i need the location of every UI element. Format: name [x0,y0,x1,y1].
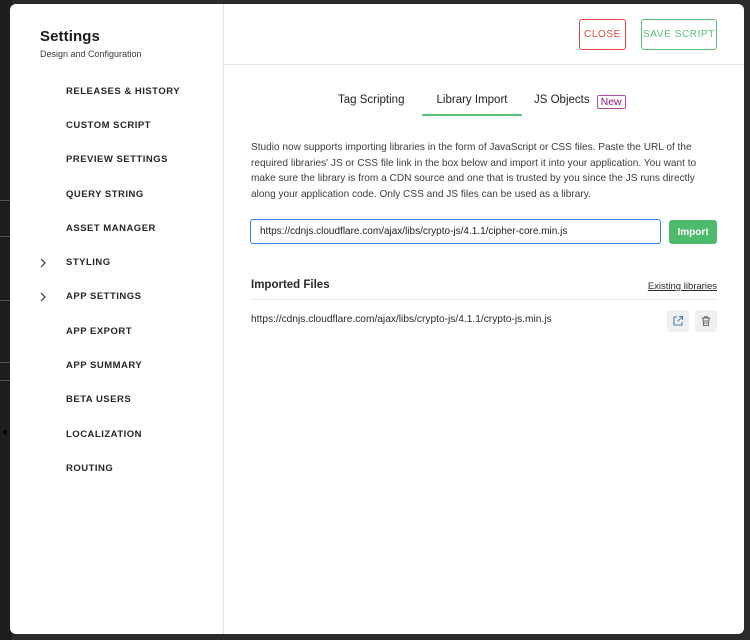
sidebar-item-label: QUERY STRING [66,188,144,200]
background-divider [0,236,10,237]
settings-modal: Settings Design and Configuration RELEAS… [10,4,744,634]
external-link-icon[interactable] [667,310,689,332]
tab-js-objects[interactable]: JS Objects New [534,94,626,116]
imported-file-row: https://cdnjs.cloudflare.com/ajax/libs/c… [251,307,717,333]
settings-toolbar: CLOSE SAVE SCRIPT [224,4,744,65]
sidebar-item-label: ASSET MANAGER [66,222,156,234]
close-button[interactable]: CLOSE [579,19,626,50]
settings-sidebar: Settings Design and Configuration RELEAS… [10,4,224,634]
sidebar-item-label: APP EXPORT [66,325,133,337]
sidebar-item-localization[interactable]: LOCALIZATION [10,417,223,451]
sidebar-item-custom-script[interactable]: CUSTOM SCRIPT [10,108,223,142]
sidebar-item-label: APP SETTINGS [66,291,142,303]
settings-subtitle: Design and Configuration [40,49,142,59]
trash-icon[interactable] [695,310,717,332]
background-divider [0,300,10,301]
sidebar-item-label: ROUTING [66,462,114,474]
sidebar-header: Settings Design and Configuration [10,4,223,72]
background-divider [0,380,10,381]
script-tabs: Tag Scripting Library Import JS Objects … [224,94,744,116]
sidebar-item-asset-manager[interactable]: ASSET MANAGER [10,211,223,245]
sidebar-item-label: RELEASES & HISTORY [66,85,181,97]
settings-title: Settings [40,28,100,45]
import-button[interactable]: Import [669,220,717,244]
sidebar-item-app-summary[interactable]: APP SUMMARY [10,348,223,382]
sidebar-item-beta-users[interactable]: BETA USERS [10,383,223,417]
sidebar-item-releases-history[interactable]: RELEASES & HISTORY [10,74,223,108]
tab-label: Library Import [436,94,508,106]
library-description: Studio now supports importing libraries … [251,142,697,200]
sidebar-item-label: CUSTOM SCRIPT [66,119,151,131]
imported-file-url: https://cdnjs.cloudflare.com/ajax/libs/c… [251,314,552,325]
sidebar-item-app-export[interactable]: APP EXPORT [10,314,223,348]
sidebar-item-label: BETA USERS [66,394,132,406]
new-badge: New [596,95,626,109]
sidebar-item-styling[interactable]: STYLING [10,245,223,279]
chevron-right-icon[interactable] [38,258,48,268]
background-divider [0,362,10,363]
background-divider [0,200,10,201]
sidebar-item-query-string[interactable]: QUERY STRING [10,177,223,211]
library-url-input[interactable] [250,219,661,244]
imported-files-title: Imported Files [251,279,330,291]
tab-label: Tag Scripting [338,94,405,106]
tab-tag-scripting[interactable]: Tag Scripting [338,94,404,116]
sidebar-item-preview-settings[interactable]: PREVIEW SETTINGS [10,143,223,177]
imported-files-header: Imported Files Existing libraries [251,274,717,300]
tab-label: JS Objects [534,94,590,106]
background-caret-icon: ▼ [1,428,9,437]
sidebar-item-app-settings[interactable]: APP SETTINGS [10,280,223,314]
existing-libraries-link[interactable]: Existing libraries [648,281,717,292]
settings-nav: RELEASES & HISTORY CUSTOM SCRIPT PREVIEW… [10,74,223,486]
sidebar-item-label: PREVIEW SETTINGS [66,154,168,166]
sidebar-item-label: STYLING [66,257,111,269]
settings-main: CLOSE SAVE SCRIPT Tag Scripting Library … [224,4,744,634]
sidebar-item-label: LOCALIZATION [66,428,143,440]
sidebar-item-routing[interactable]: ROUTING [10,451,223,485]
sidebar-item-label: APP SUMMARY [66,360,143,372]
save-script-button[interactable]: SAVE SCRIPT [641,19,717,50]
tab-library-import[interactable]: Library Import [422,94,522,116]
chevron-right-icon[interactable] [38,292,48,302]
